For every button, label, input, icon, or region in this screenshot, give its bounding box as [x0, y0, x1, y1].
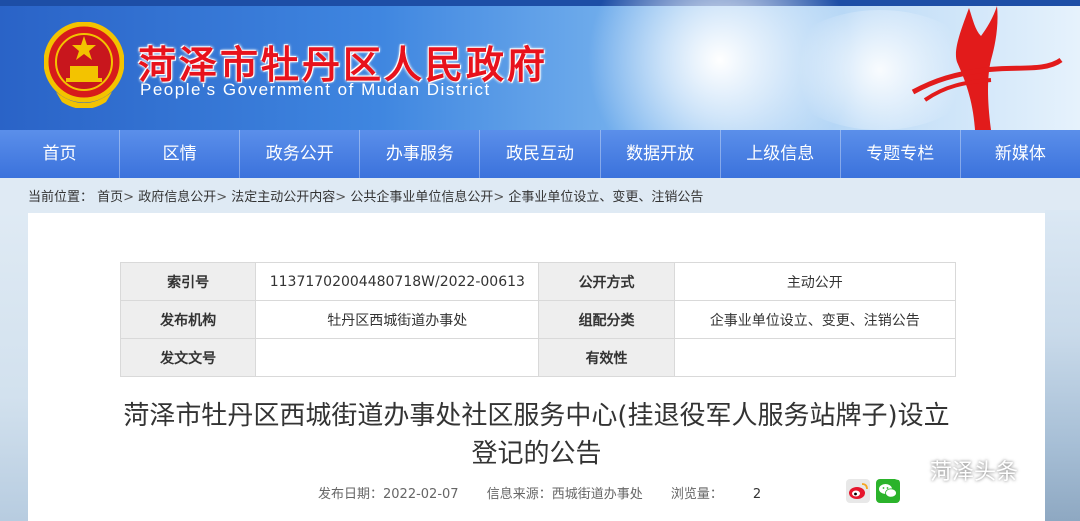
main-nav: 首页 区情 政务公开 办事服务 政民互动 数据开放 上级信息 专题专栏 新媒体 — [0, 130, 1080, 178]
disclosure-label: 公开方式 — [538, 262, 675, 301]
info-source: 信息来源：西城街道办事处 — [486, 487, 643, 502]
watermark-text: 菏泽头条 — [930, 460, 1019, 485]
nav-item-open-data[interactable]: 数据开放 — [601, 130, 721, 178]
article-title: 菏泽市牡丹区西城街道办事处社区服务中心(挂退役军人服务站牌子)设立 登记的公告 — [68, 397, 1005, 473]
national-emblem-icon[interactable] — [44, 22, 124, 108]
article-title-line-1: 菏泽市牡丹区西城街道办事处社区服务中心(挂退役军人服务站牌子)设立 — [123, 401, 950, 431]
nav-item-services[interactable]: 办事服务 — [360, 130, 481, 178]
breadcrumb-separator: > — [123, 190, 135, 205]
breadcrumb-separator: > — [493, 190, 505, 205]
nav-item-district-info[interactable]: 区情 — [120, 130, 241, 178]
nav-item-government-affairs[interactable]: 政务公开 — [240, 130, 361, 178]
breadcrumb-label: 当前位置： — [28, 190, 94, 205]
views-label: 浏览量： — [670, 487, 723, 502]
nav-item-superior-info[interactable]: 上级信息 — [721, 130, 841, 178]
table-row: 索引号 11371702004480718W/2022-00613 公开方式 主… — [119, 262, 957, 301]
publisher-label: 发布机构 — [119, 300, 257, 339]
table-row: 发文文号 有效性 — [119, 338, 957, 377]
validity-value — [673, 338, 957, 377]
validity-label: 有效性 — [538, 338, 675, 377]
breadcrumb-link-public-units[interactable]: 公共企事业单位信息公开 — [350, 190, 493, 205]
publish-date: 发布日期：2022-02-07 — [318, 487, 459, 502]
doc-no-label: 发文文号 — [119, 338, 257, 377]
nav-item-new-media[interactable]: 新媒体 — [961, 130, 1080, 178]
red-sculpture-icon — [911, 6, 1063, 130]
nav-item-special-topics[interactable]: 专题专栏 — [841, 130, 961, 178]
table-row: 发布机构 牡丹区西城街道办事处 组配分类 企事业单位设立、变更、注销公告 — [119, 300, 957, 339]
background-scenery-right — [1045, 210, 1080, 521]
category-value: 企事业单位设立、变更、注销公告 — [673, 300, 957, 339]
nav-item-home[interactable]: 首页 — [0, 130, 121, 178]
breadcrumb-separator: > — [335, 190, 347, 205]
index-no-label: 索引号 — [119, 262, 257, 301]
disclosure-value: 主动公开 — [673, 262, 957, 301]
publish-info: 发布日期：2022-02-07 信息来源：西城街道办事处 浏览量： 2 — [318, 483, 785, 502]
breadcrumb-link-gov-info[interactable]: 政府信息公开 — [138, 190, 216, 205]
nav-item-interaction[interactable]: 政民互动 — [480, 130, 601, 178]
site-banner: 菏泽市牡丹区人民政府 People's Government of Mudan … — [0, 0, 1080, 130]
doc-no-value — [255, 338, 540, 377]
document-meta-table: 索引号 11371702004480718W/2022-00613 公开方式 主… — [119, 262, 957, 377]
site-subtitle: People's Government of Mudan District — [140, 80, 491, 99]
article-title-line-2: 登记的公告 — [471, 439, 602, 469]
category-label: 组配分类 — [538, 300, 675, 339]
index-no-value: 11371702004480718W/2022-00613 — [255, 262, 540, 301]
weibo-icon[interactable] — [846, 479, 870, 503]
breadcrumb: 当前位置： 首页> 政府信息公开> 法定主动公开内容> 公共企事业单位信息公开>… — [28, 186, 703, 205]
publisher-value: 牡丹区西城街道办事处 — [255, 300, 540, 339]
breadcrumb-link-unit-notices[interactable]: 企事业单位设立、变更、注销公告 — [508, 190, 703, 205]
wechat-outline-icon — [889, 462, 920, 484]
source-watermark: 菏泽头条 — [888, 454, 1018, 486]
breadcrumb-separator: > — [216, 190, 228, 205]
breadcrumb-link-statutory[interactable]: 法定主动公开内容 — [231, 190, 335, 205]
background-scenery-left — [0, 210, 28, 521]
breadcrumb-link-home[interactable]: 首页 — [97, 190, 123, 205]
views-count: 2 — [752, 487, 762, 502]
